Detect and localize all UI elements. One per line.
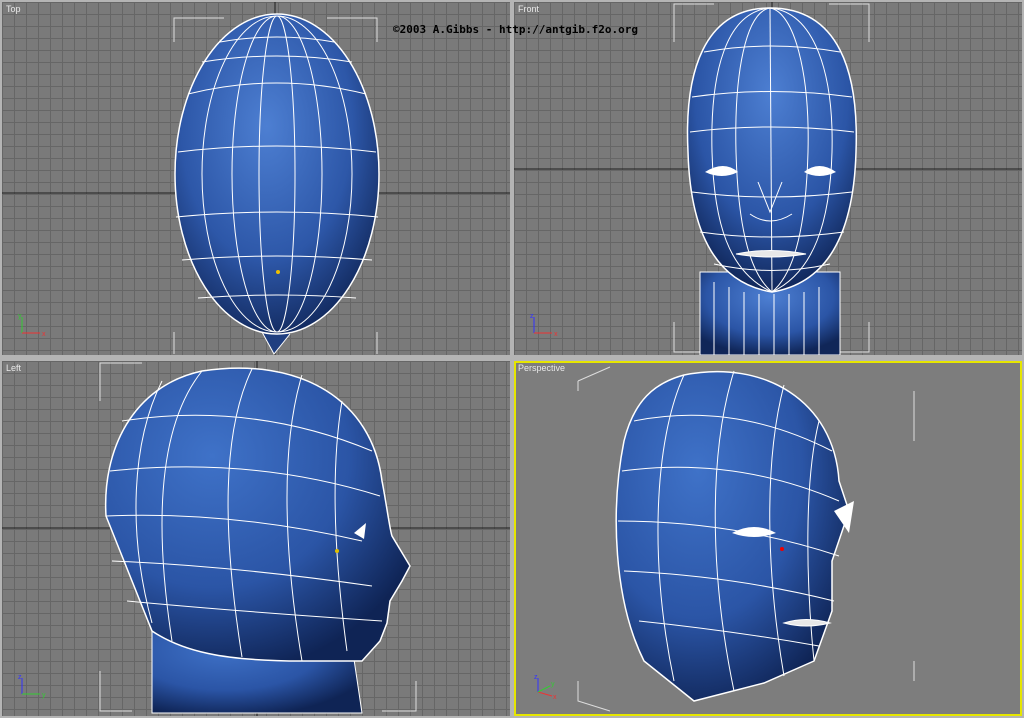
axis-gizmo-icon: z x — [530, 313, 558, 338]
head-mesh-left — [2, 361, 510, 716]
svg-text:x: x — [553, 694, 557, 700]
svg-text:z: z — [530, 313, 534, 320]
viewport-label-front[interactable]: Front — [518, 4, 539, 14]
svg-text:x: x — [554, 331, 558, 338]
viewport-label-left[interactable]: Left — [6, 363, 21, 373]
copyright-text: ©2003 A.Gibbs - http://antgib.f2o.org — [393, 23, 639, 36]
head-mesh-perspective — [577, 366, 915, 712]
axis-gizmo-icon: z x y — [534, 674, 557, 700]
svg-text:z: z — [534, 674, 538, 681]
viewport-front[interactable]: Front z x — [514, 2, 1022, 355]
axis-gizmo-icon: y x — [18, 313, 46, 338]
viewport-label-top[interactable]: Top — [6, 4, 21, 14]
svg-text:y: y — [18, 313, 22, 320]
head-mesh-front — [514, 2, 1022, 355]
head-mesh-top — [2, 2, 510, 355]
viewport-perspective[interactable]: Perspective z x y — [514, 361, 1022, 716]
svg-text:y: y — [551, 681, 555, 688]
svg-text:x: x — [42, 331, 46, 338]
viewport-top[interactable]: Top y x — [2, 2, 510, 355]
viewport-label-perspective[interactable]: Perspective — [518, 363, 565, 373]
viewport-left[interactable]: Left z y — [2, 361, 510, 716]
svg-text:y: y — [42, 692, 46, 699]
svg-text:z: z — [18, 674, 22, 681]
axis-gizmo-icon: z y — [18, 674, 46, 699]
